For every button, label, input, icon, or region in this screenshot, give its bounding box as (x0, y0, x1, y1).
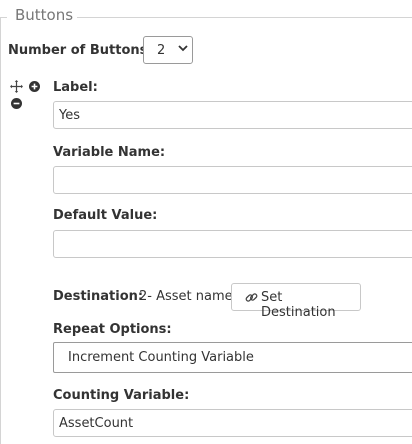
counting-variable-input[interactable]: AssetCount (53, 409, 412, 437)
counting-variable-value: AssetCount (59, 416, 134, 431)
default-value-input[interactable] (53, 230, 412, 258)
variable-name-label: Variable Name: (53, 145, 166, 160)
label-input[interactable]: Yes (53, 101, 412, 129)
number-of-buttons-label: Number of Buttons (8, 43, 148, 58)
number-of-buttons-select[interactable]: 2 (143, 36, 193, 64)
move-icon[interactable] (10, 80, 23, 93)
section-legend: Buttons (15, 6, 74, 24)
default-value-label: Default Value: (53, 208, 158, 223)
repeat-options-label: Repeat Options: (53, 322, 172, 337)
chevron-down-icon (178, 45, 188, 52)
minus-circle-icon[interactable] (11, 98, 22, 109)
counting-variable-label: Counting Variable: (53, 388, 190, 403)
destination-value: 2- Asset name (139, 289, 233, 304)
set-destination-label: Set Destination (261, 290, 336, 320)
link-icon (245, 293, 258, 302)
set-destination-button[interactable]: Set Destination (231, 283, 361, 320)
fieldset-border (0, 17, 1, 444)
fieldset-border (77, 17, 412, 18)
label-field-label: Label: (53, 80, 98, 95)
repeat-options-select[interactable]: Increment Counting Variable (53, 342, 412, 373)
number-of-buttons-value: 2 (157, 43, 166, 58)
label-input-value: Yes (59, 108, 80, 123)
destination-label: Destination: (53, 289, 144, 304)
plus-circle-icon[interactable] (29, 81, 40, 92)
fieldset-border (0, 17, 7, 18)
repeat-options-value: Increment Counting Variable (68, 350, 254, 365)
variable-name-input[interactable] (53, 166, 412, 194)
